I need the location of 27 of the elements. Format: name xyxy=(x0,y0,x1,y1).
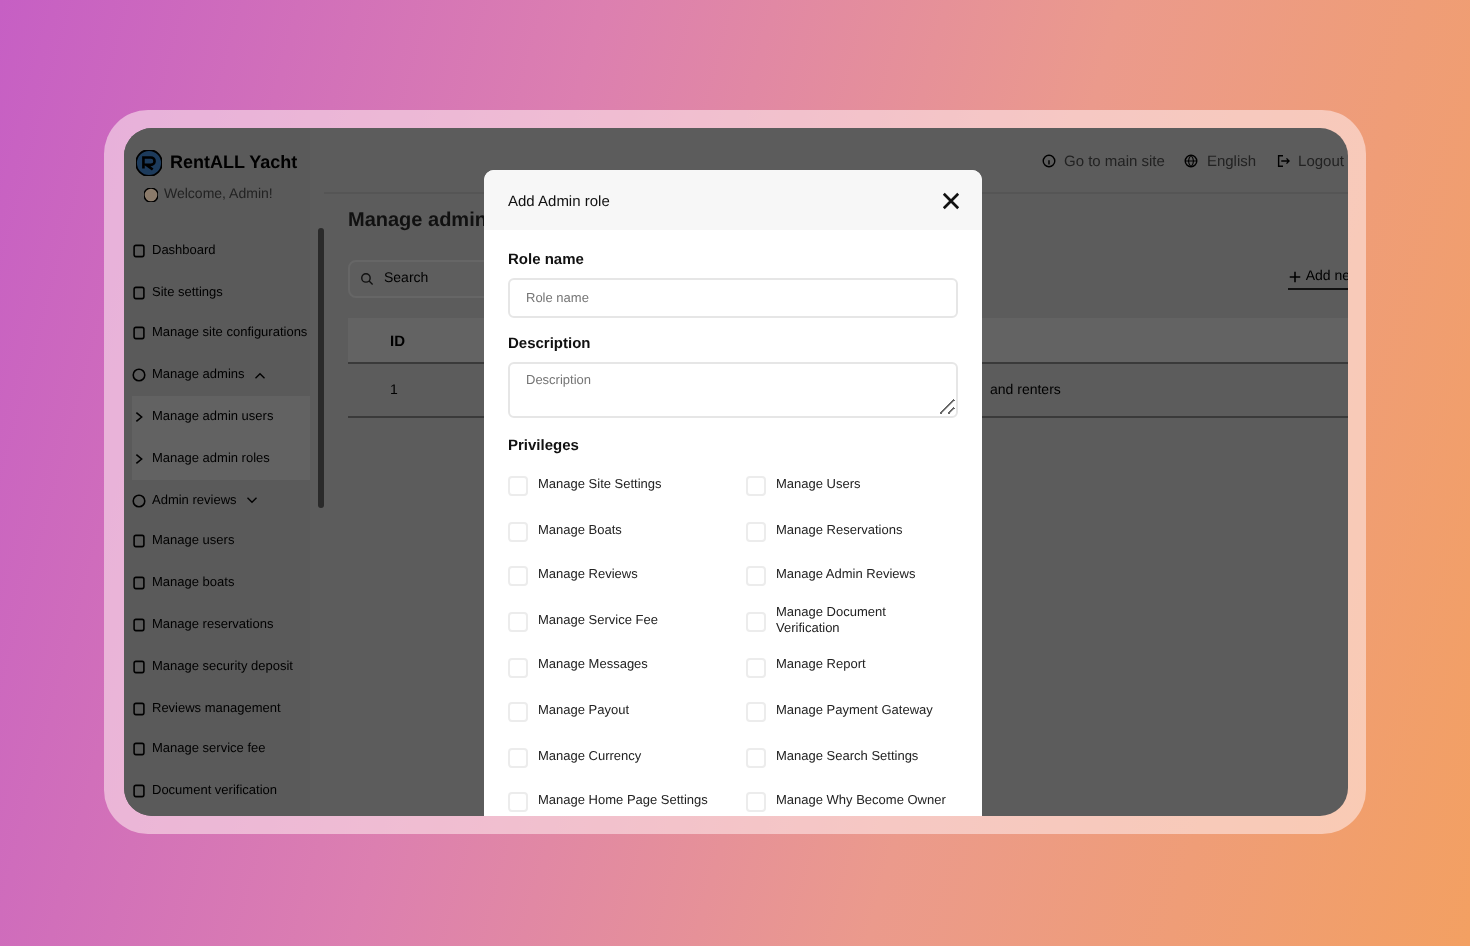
square-icon xyxy=(132,576,146,591)
square-icon xyxy=(132,326,146,341)
close-icon xyxy=(942,191,960,209)
square-icon xyxy=(132,742,146,757)
info-icon xyxy=(1041,153,1056,167)
chevron-icon xyxy=(132,451,146,466)
plus-icon xyxy=(1287,269,1302,283)
square-icon xyxy=(132,243,146,258)
logo-icon xyxy=(136,149,162,175)
circle-icon xyxy=(132,368,146,383)
globe-icon xyxy=(1184,153,1199,167)
brand-name: RentALL Yacht xyxy=(170,152,298,172)
checkbox[interactable] xyxy=(746,792,766,813)
close-button[interactable] xyxy=(940,189,962,211)
square-icon xyxy=(132,285,146,300)
chevron-icon xyxy=(132,410,146,425)
search-icon xyxy=(360,272,374,286)
square-icon xyxy=(132,534,146,549)
circle-icon xyxy=(132,493,146,508)
checkbox[interactable] xyxy=(508,792,528,813)
square-icon xyxy=(132,784,146,799)
square-icon xyxy=(132,659,146,674)
logout-icon xyxy=(1276,153,1291,167)
avatar-icon xyxy=(144,187,158,201)
square-icon xyxy=(132,701,146,716)
square-icon xyxy=(132,618,146,633)
scrollbar[interactable] xyxy=(318,228,324,508)
